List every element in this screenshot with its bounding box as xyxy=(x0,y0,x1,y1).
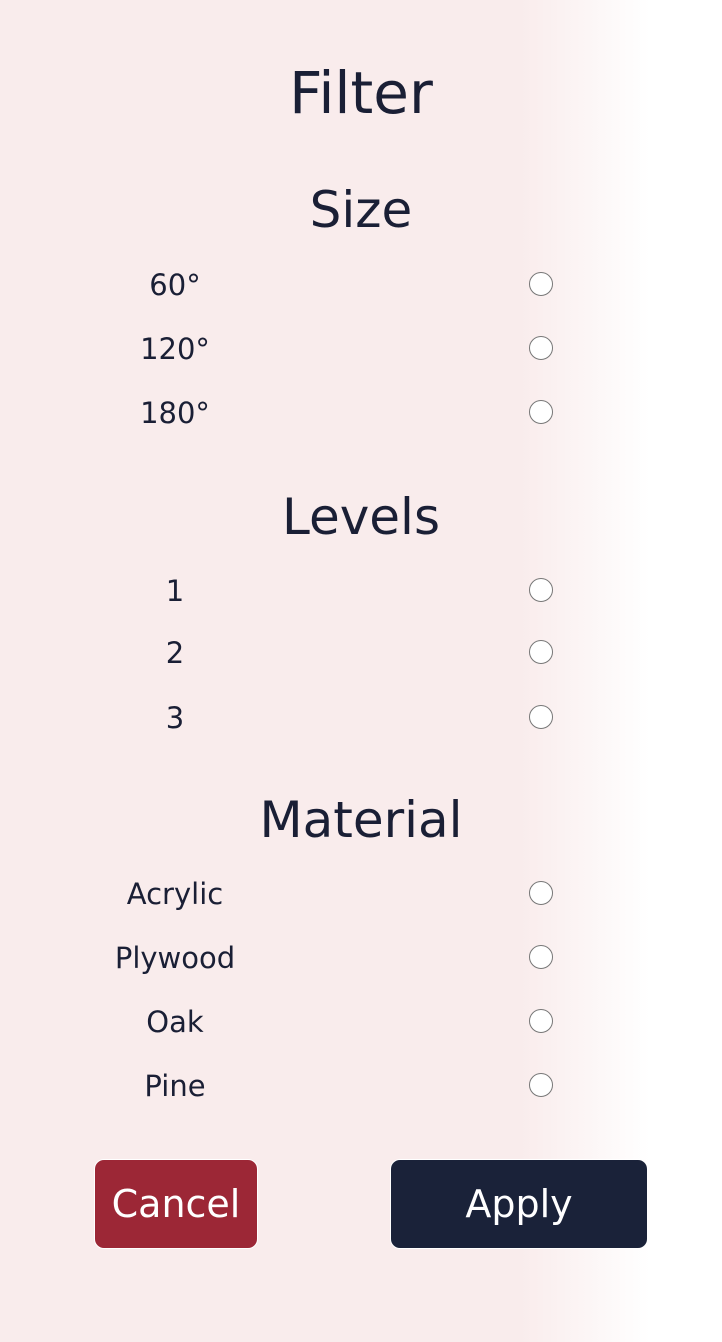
cancel-button[interactable]: Cancel xyxy=(94,1159,258,1249)
levels-2-radio[interactable] xyxy=(529,640,553,664)
material-acrylic-radio[interactable] xyxy=(529,881,553,905)
size-180-radio[interactable] xyxy=(529,400,553,424)
size-60-radio[interactable] xyxy=(529,272,553,296)
option-label: Plywood xyxy=(114,941,236,975)
levels-3-radio[interactable] xyxy=(529,705,553,729)
option-label: 60° xyxy=(149,268,201,302)
section-title-size: Size xyxy=(309,181,413,239)
option-label: 2 xyxy=(165,636,185,670)
material-option-pine[interactable]: Pine xyxy=(0,1066,722,1106)
option-label: Acrylic xyxy=(126,877,224,911)
material-pine-radio[interactable] xyxy=(529,1073,553,1097)
size-option-60[interactable]: 60° xyxy=(0,265,722,305)
material-option-acrylic[interactable]: Acrylic xyxy=(0,874,722,914)
material-plywood-radio[interactable] xyxy=(529,945,553,969)
section-title-material: Material xyxy=(259,791,463,849)
levels-1-radio[interactable] xyxy=(529,578,553,602)
option-label: 180° xyxy=(140,396,210,430)
material-oak-radio[interactable] xyxy=(529,1009,553,1033)
section-title-levels: Levels xyxy=(281,488,441,546)
page-title: Filter xyxy=(289,59,433,127)
material-option-oak[interactable]: Oak xyxy=(0,1002,722,1042)
levels-option-2[interactable]: 2 xyxy=(0,633,722,673)
size-120-radio[interactable] xyxy=(529,336,553,360)
size-option-120[interactable]: 120° xyxy=(0,329,722,369)
apply-button[interactable]: Apply xyxy=(390,1159,648,1249)
option-label: 3 xyxy=(165,701,185,735)
size-option-180[interactable]: 180° xyxy=(0,393,722,433)
option-label: 120° xyxy=(140,332,210,366)
option-label: 1 xyxy=(165,574,185,608)
material-option-plywood[interactable]: Plywood xyxy=(0,938,722,978)
levels-option-3[interactable]: 3 xyxy=(0,698,722,738)
option-label: Oak xyxy=(146,1005,204,1039)
option-label: Pine xyxy=(144,1069,206,1103)
levels-option-1[interactable]: 1 xyxy=(0,571,722,611)
